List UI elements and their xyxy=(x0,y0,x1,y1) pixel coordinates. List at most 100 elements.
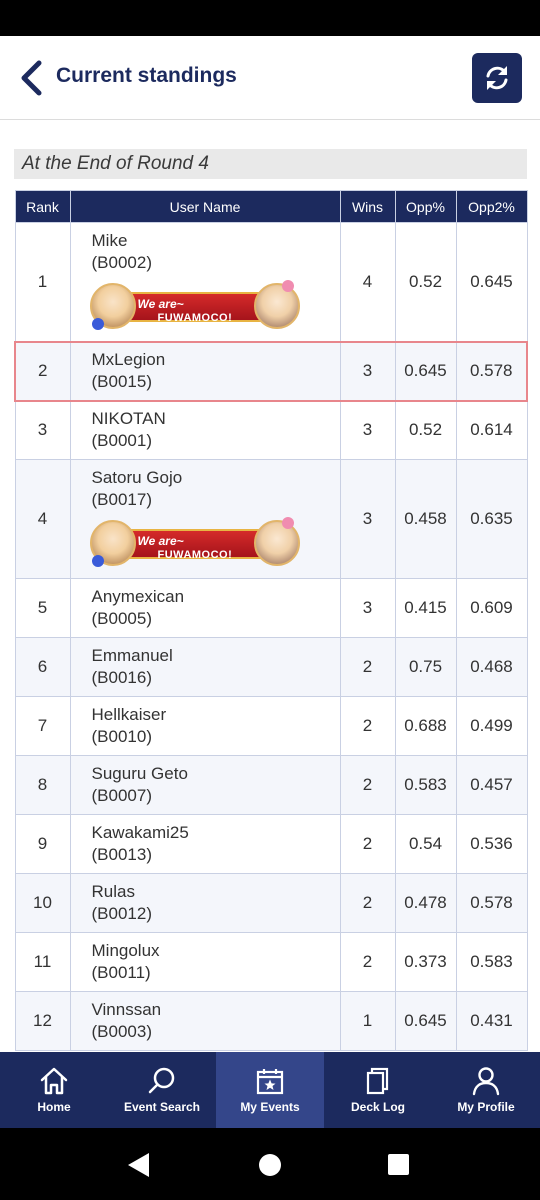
standings-scroll-area[interactable]: At the End of Round 4 Rank User Name Win… xyxy=(0,121,540,1052)
flower-icon xyxy=(91,555,104,567)
opp2-cell: 0.635 xyxy=(455,459,528,579)
flower-icon xyxy=(281,517,294,529)
banner-text-line2: FUWAMOCO! xyxy=(157,311,233,324)
rank-cell: 2 xyxy=(14,340,71,402)
user-name: Suguru Geto xyxy=(91,764,188,783)
table-row[interactable]: 5 Anymexican (B0005) 3 0.415 0.609 xyxy=(14,578,528,638)
round-label: At the End of Round 4 xyxy=(14,149,527,179)
user-id: (B0001) xyxy=(91,431,152,451)
table-row[interactable]: 1 Mike (B0002) We are~ FUWAMOCO! 4 0.52 0.645 xyxy=(14,222,528,342)
table-row[interactable]: 8 Suguru Geto (B0007) 2 0.583 0.457 xyxy=(14,755,528,815)
wins-cell: 1 xyxy=(339,991,396,1051)
user-id: (B0017) xyxy=(91,490,152,509)
nav-my-profile[interactable]: My Profile xyxy=(432,1052,540,1128)
home-icon xyxy=(40,1067,68,1095)
page-title: Current standings xyxy=(56,64,237,87)
wins-cell: 2 xyxy=(339,637,396,697)
rank-cell: 8 xyxy=(14,755,71,815)
user-id: (B0013) xyxy=(91,845,152,864)
wins-cell: 4 xyxy=(339,222,396,342)
user-name-cell: Mingolux (B0011) xyxy=(69,932,341,992)
user-name-cell: Kawakami25 (B0013) xyxy=(69,814,341,874)
user-id: (B0015) xyxy=(91,372,152,391)
flower-icon xyxy=(281,279,294,292)
table-row[interactable]: 2 MxLegion (B0015) 3 0.645 0.578 xyxy=(14,340,528,402)
opp-cell: 0.478 xyxy=(394,873,457,933)
table-row[interactable]: 3 NIKOTAN (B0001) 3 0.52 0.614 xyxy=(14,400,528,460)
user-id: (B0016) xyxy=(91,668,152,687)
user-name-cell: MxLegion (B0015) xyxy=(69,340,341,402)
profile-banner: We are~ FUWAMOCO! xyxy=(89,279,300,334)
nav-deck-log[interactable]: Deck Log xyxy=(324,1052,432,1128)
opp2-cell: 0.457 xyxy=(455,755,528,815)
user-name-cell: Emmanuel (B0016) xyxy=(69,637,341,697)
user-name: Kawakami25 xyxy=(91,823,189,842)
table-header-row: Rank User Name Wins Opp% Opp2% xyxy=(14,190,528,223)
rank-cell: 6 xyxy=(14,637,71,697)
user-name: Hellkaiser xyxy=(91,705,167,724)
user-name: NIKOTAN xyxy=(91,409,166,429)
table-row[interactable]: 11 Mingolux (B0011) 2 0.373 0.583 xyxy=(14,932,528,992)
user-name: Mike xyxy=(91,230,128,250)
user-name-cell: Vinnssan (B0003) xyxy=(69,991,341,1051)
nav-my-events[interactable]: My Events xyxy=(216,1052,324,1128)
profile-banner: We are~ FUWAMOCO! xyxy=(89,517,300,571)
opp-cell: 0.645 xyxy=(394,991,457,1051)
column-header-opp: Opp% xyxy=(394,190,457,223)
wins-cell: 2 xyxy=(339,814,396,874)
nav-event-search-label: Event Search xyxy=(123,1100,201,1114)
table-row[interactable]: 10 Rulas (B0012) 2 0.478 0.578 xyxy=(14,873,528,933)
chevron-left-icon xyxy=(21,60,42,96)
nav-home[interactable]: Home xyxy=(0,1052,108,1128)
user-name: Emmanuel xyxy=(91,646,173,665)
table-row[interactable]: 6 Emmanuel (B0016) 2 0.75 0.468 xyxy=(14,637,528,697)
rank-cell: 10 xyxy=(14,873,71,933)
table-row[interactable]: 12 Vinnssan (B0003) 1 0.645 0.431 xyxy=(14,991,528,1051)
system-recents-icon[interactable] xyxy=(387,1153,410,1176)
wins-cell: 2 xyxy=(339,696,396,756)
opp-cell: 0.458 xyxy=(394,459,457,579)
nav-my-profile-label: My Profile xyxy=(457,1100,515,1114)
system-back-icon[interactable] xyxy=(127,1152,151,1178)
nav-home-label: Home xyxy=(37,1100,71,1114)
person-icon xyxy=(472,1067,500,1096)
cards-icon xyxy=(366,1067,389,1095)
standings-table: Rank User Name Wins Opp% Opp2% 1 Mike (B00… xyxy=(14,190,528,1051)
table-row[interactable]: 4 Satoru Gojo (B0017) We are~ FUWAMOCO! 3 0.45… xyxy=(14,459,528,579)
user-id: (B0010) xyxy=(91,727,152,746)
user-name: Anymexican xyxy=(91,587,185,606)
user-name-cell: Mike (B0002) We are~ FUWAMOCO! xyxy=(69,222,341,342)
system-navigation-bar xyxy=(0,1128,540,1200)
table-row[interactable]: 9 Kawakami25 (B0013) 2 0.54 0.536 xyxy=(14,814,528,874)
opp2-cell: 0.468 xyxy=(455,637,528,697)
nav-event-search[interactable]: Event Search xyxy=(108,1052,216,1128)
column-header-rank: Rank xyxy=(14,190,71,223)
opp-cell: 0.373 xyxy=(394,932,457,992)
user-name: Mingolux xyxy=(91,941,160,960)
flower-icon xyxy=(91,317,104,330)
column-header-wins: Wins xyxy=(339,190,396,223)
refresh-icon xyxy=(486,66,508,90)
rank-cell: 4 xyxy=(14,459,71,579)
opp-cell: 0.54 xyxy=(394,814,457,874)
wins-cell: 2 xyxy=(339,932,396,992)
opp2-cell: 0.499 xyxy=(455,696,528,756)
system-home-icon[interactable] xyxy=(258,1153,282,1177)
back-button[interactable] xyxy=(14,56,48,100)
user-id: (B0003) xyxy=(91,1022,152,1041)
user-id: (B0005) xyxy=(91,609,152,628)
opp2-cell: 0.614 xyxy=(455,400,528,460)
user-name: MxLegion xyxy=(91,350,166,369)
opp2-cell: 0.578 xyxy=(455,340,528,402)
rank-cell: 11 xyxy=(14,932,71,992)
banner-avatar-right xyxy=(253,520,300,566)
nav-my-events-label: My Events xyxy=(240,1100,300,1114)
opp2-cell: 0.645 xyxy=(455,222,528,342)
opp-cell: 0.52 xyxy=(394,400,457,460)
opp-cell: 0.583 xyxy=(394,755,457,815)
wins-cell: 3 xyxy=(339,578,396,638)
wins-cell: 3 xyxy=(339,400,396,460)
table-row[interactable]: 7 Hellkaiser (B0010) 2 0.688 0.499 xyxy=(14,696,528,756)
rank-cell: 12 xyxy=(14,991,71,1051)
refresh-button[interactable] xyxy=(472,53,522,103)
